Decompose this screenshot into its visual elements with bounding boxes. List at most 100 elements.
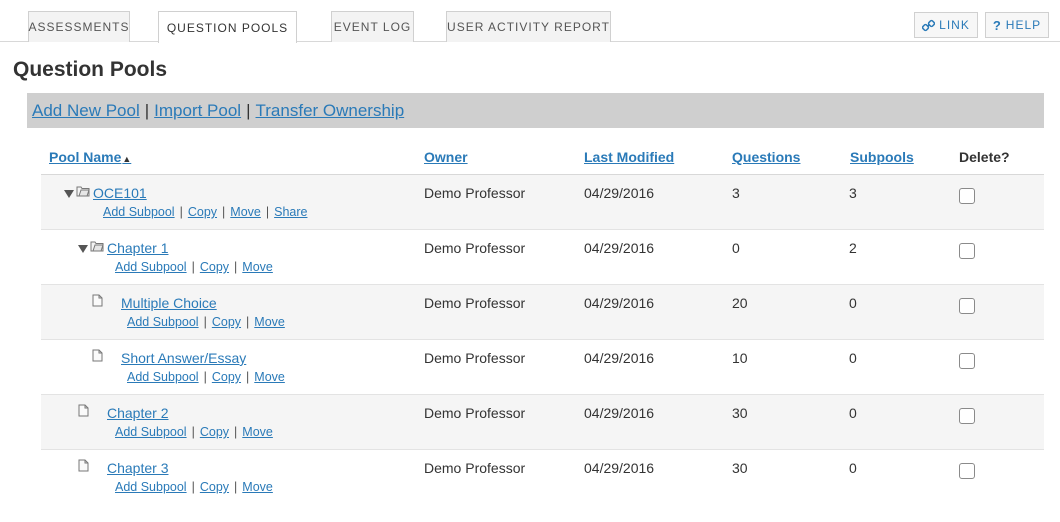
pool-name-link[interactable]: OCE101	[93, 185, 147, 201]
add-new-pool-link[interactable]: Add New Pool	[32, 101, 140, 121]
delete-checkbox[interactable]	[959, 353, 975, 369]
delete-checkbox[interactable]	[959, 408, 975, 424]
help-icon: ?	[992, 17, 1002, 33]
tab-event-log[interactable]: EVENT LOG	[331, 11, 414, 42]
separator: |	[246, 370, 250, 384]
collapse-toggle-icon[interactable]	[78, 245, 88, 253]
last-modified-cell: 04/29/2016	[584, 460, 655, 476]
folder-icon	[76, 184, 90, 202]
pool-name-link[interactable]: Chapter 1	[107, 240, 168, 256]
pool-name-link[interactable]: Chapter 3	[107, 460, 168, 476]
subpools-cell: 2	[849, 240, 857, 256]
col-subpools-header[interactable]: Subpools	[850, 149, 914, 165]
subpools-cell: 0	[849, 350, 857, 366]
link-button-label: LINK	[939, 18, 970, 32]
row-actions: Add Subpool | Copy | Move	[115, 260, 273, 274]
questions-cell: 3	[732, 185, 740, 201]
page-title: Question Pools	[13, 58, 168, 81]
delete-checkbox[interactable]	[959, 298, 975, 314]
separator: |	[234, 260, 238, 274]
row-actions: Add Subpool | Copy | Move	[127, 315, 285, 329]
transfer-ownership-link[interactable]: Transfer Ownership	[256, 101, 405, 121]
link-button[interactable]: LINK	[914, 12, 978, 38]
table-row: Multiple Choice Add Subpool | Copy | Move De…	[41, 285, 1044, 340]
share-link[interactable]: Share	[274, 205, 307, 219]
questions-cell: 30	[732, 460, 748, 476]
table-row: Chapter 2 Add Subpool | Copy | Move Demo Pro…	[41, 395, 1044, 450]
top-tab-bar: ASSESSMENTS QUESTION POOLS EVENT LOG USE…	[0, 0, 1060, 43]
separator: |	[246, 100, 251, 120]
owner-cell: Demo Professor	[424, 185, 526, 201]
tab-assessments[interactable]: ASSESSMENTS	[28, 11, 130, 42]
separator: |	[191, 425, 195, 439]
pool-name-link[interactable]: Chapter 2	[107, 405, 168, 421]
owner-cell: Demo Professor	[424, 240, 526, 256]
col-questions-header[interactable]: Questions	[732, 149, 800, 165]
move-link[interactable]: Move	[242, 260, 273, 274]
copy-link[interactable]: Copy	[200, 260, 229, 274]
col-last-modified-header[interactable]: Last Modified	[584, 149, 674, 165]
delete-checkbox[interactable]	[959, 463, 975, 479]
last-modified-cell: 04/29/2016	[584, 295, 655, 311]
copy-link[interactable]: Copy	[200, 480, 229, 494]
separator: |	[265, 205, 270, 219]
collapse-toggle-icon[interactable]	[64, 190, 74, 198]
move-link[interactable]: Move	[242, 480, 273, 494]
separator: |	[203, 315, 207, 329]
pools-table: Pool Name▲ Owner Last Modified Questions…	[41, 142, 1044, 505]
questions-cell: 10	[732, 350, 748, 366]
last-modified-cell: 04/29/2016	[584, 350, 655, 366]
delete-checkbox[interactable]	[959, 243, 975, 259]
last-modified-cell: 04/29/2016	[584, 240, 655, 256]
document-icon	[78, 404, 89, 422]
separator: |	[179, 205, 183, 219]
copy-link[interactable]: Copy	[212, 370, 241, 384]
move-link[interactable]: Move	[254, 370, 285, 384]
separator: |	[222, 205, 226, 219]
copy-link[interactable]: Copy	[212, 315, 241, 329]
tab-question-pools[interactable]: QUESTION POOLS	[158, 11, 297, 43]
row-actions: Add Subpool | Copy | Move	[115, 480, 273, 494]
copy-link[interactable]: Copy	[188, 205, 217, 219]
owner-cell: Demo Professor	[424, 460, 526, 476]
tab-user-activity-report[interactable]: USER ACTIVITY REPORT	[446, 11, 611, 42]
add-subpool-link[interactable]: Add Subpool	[115, 260, 187, 274]
document-icon	[78, 459, 89, 477]
separator: |	[203, 370, 207, 384]
link-icon	[922, 19, 936, 32]
document-icon	[92, 294, 103, 312]
import-pool-link[interactable]: Import Pool	[154, 101, 241, 121]
add-subpool-link[interactable]: Add Subpool	[115, 480, 187, 494]
help-button-label: HELP	[1005, 18, 1042, 32]
col-owner-header[interactable]: Owner	[424, 149, 468, 165]
add-subpool-link[interactable]: Add Subpool	[103, 205, 175, 219]
copy-link[interactable]: Copy	[200, 425, 229, 439]
move-link[interactable]: Move	[242, 425, 273, 439]
table-row: OCE101 Add Subpool | Copy | Move | Share Demo …	[41, 175, 1044, 230]
help-button[interactable]: ? HELP	[985, 12, 1049, 38]
document-icon	[92, 349, 103, 367]
pool-name-link[interactable]: Multiple Choice	[121, 295, 217, 311]
folder-icon	[90, 239, 104, 257]
delete-checkbox[interactable]	[959, 188, 975, 204]
col-pool-name-header[interactable]: Pool Name▲	[49, 149, 131, 165]
last-modified-cell: 04/29/2016	[584, 405, 655, 421]
pool-name-link[interactable]: Short Answer/Essay	[121, 350, 246, 366]
move-link[interactable]: Move	[254, 315, 285, 329]
row-actions: Add Subpool | Copy | Move	[115, 425, 273, 439]
sort-ascending-icon: ▲	[122, 154, 132, 164]
add-subpool-link[interactable]: Add Subpool	[115, 425, 187, 439]
separator: |	[234, 480, 238, 494]
separator: |	[144, 100, 150, 120]
add-subpool-link[interactable]: Add Subpool	[127, 315, 199, 329]
last-modified-cell: 04/29/2016	[584, 185, 655, 201]
add-subpool-link[interactable]: Add Subpool	[127, 370, 199, 384]
separator: |	[191, 260, 195, 274]
questions-cell: 30	[732, 405, 748, 421]
col-pool-name-label: Pool Name	[49, 149, 122, 165]
table-row: Short Answer/Essay Add Subpool | Copy | Move…	[41, 340, 1044, 395]
questions-cell: 20	[732, 295, 748, 311]
move-link[interactable]: Move	[230, 205, 261, 219]
table-row: Chapter 1 Add Subpool | Copy | Move Demo Pro…	[41, 230, 1044, 285]
separator: |	[191, 480, 195, 494]
